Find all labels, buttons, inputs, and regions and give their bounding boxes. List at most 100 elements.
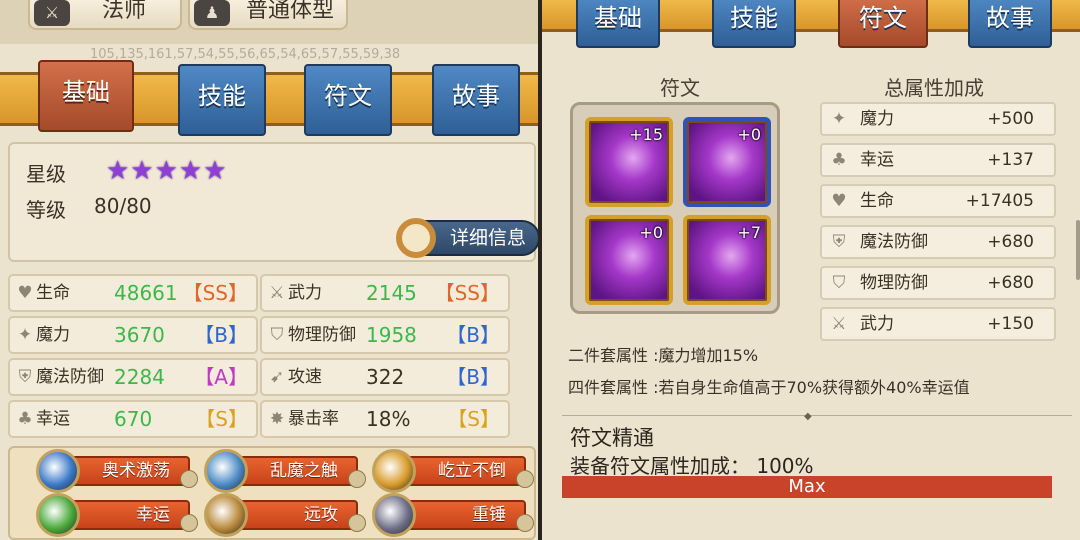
- detail-info-label: 详细信息: [449, 227, 526, 249]
- tab-basic[interactable]: 基础: [576, 0, 660, 48]
- body-type-label: 普通体型: [246, 0, 335, 23]
- stat-name: 魔法防御: [36, 367, 104, 387]
- health-icon: ♥: [17, 283, 33, 303]
- skill-chaos-touch[interactable]: 乱魔之触: [204, 449, 366, 493]
- tab-skills[interactable]: 技能: [712, 0, 796, 48]
- bonus-value: +500: [987, 109, 1034, 129]
- two-piece-set-effect: 二件套属性 :魔力增加15%: [568, 346, 759, 365]
- bonus-value: +680: [987, 232, 1034, 252]
- stat-grade: 【SS】: [434, 281, 500, 305]
- skill-steadfast[interactable]: 屹立不倒: [372, 449, 534, 493]
- faded-number-strip: 105,135,161,57,54,55,56,65,54,65,57,55,5…: [90, 47, 401, 62]
- detail-info-button[interactable]: 详细信息: [396, 218, 538, 258]
- shield-icon: ⛉: [270, 325, 284, 345]
- stat-grade: 【B】: [446, 365, 500, 389]
- sword-icon: ⚔: [831, 314, 847, 334]
- stat-name: 武力: [288, 283, 322, 303]
- skill-label: 奥术激荡: [102, 461, 170, 481]
- stat-health: ♥ 生命 48661 【SS】: [8, 274, 258, 312]
- stat-magic-defense: ⛨ 魔法防御 2284 【A】: [8, 358, 258, 396]
- rune-section-title: 符文: [660, 76, 700, 100]
- rune-level: +0: [737, 125, 761, 144]
- bonus-value: +150: [987, 314, 1034, 334]
- crit-icon: ✸: [269, 409, 285, 429]
- tab-basic[interactable]: 基础: [38, 60, 134, 132]
- tab-story[interactable]: 故事: [432, 64, 520, 136]
- star-rating: ★★★★★: [106, 156, 228, 186]
- skill-heavy-hammer[interactable]: 重锤: [372, 493, 534, 537]
- stat-magic: ✦ 魔力 3670 【B】: [8, 316, 258, 354]
- scrollbar[interactable]: [1076, 220, 1080, 280]
- stat-value: 3670: [114, 323, 165, 347]
- magic-shield-icon: ⛨: [18, 367, 32, 387]
- clover-icon: ♣: [17, 409, 33, 429]
- shield-icon: ⛉: [832, 273, 846, 293]
- body-type-button[interactable]: ♟ 普通体型: [188, 0, 348, 30]
- rune-slot-3[interactable]: +0: [585, 215, 673, 305]
- steadfast-icon: [372, 449, 416, 493]
- skill-label: 幸运: [136, 505, 170, 525]
- rune-slot-2[interactable]: +0: [683, 117, 771, 207]
- bonus-force: ⚔ 武力 +150: [820, 307, 1056, 341]
- skill-level-badge: [180, 514, 198, 532]
- hero-info-card: 星级 ★★★★★ 等级 80/80 详细信息: [8, 142, 538, 262]
- tab-skills[interactable]: 技能: [178, 64, 266, 136]
- bonus-value: +137: [987, 150, 1034, 170]
- stat-physical-defense: ⛉ 物理防御 1958 【B】: [260, 316, 510, 354]
- stat-grade: 【S】: [195, 407, 248, 431]
- stat-name: 暴击率: [288, 409, 339, 429]
- bonus-magic-defense: ⛨ 魔法防御 +680: [820, 225, 1056, 259]
- rune-grid: +15 +0 +0 +7: [570, 102, 780, 314]
- stat-value: 18%: [366, 407, 411, 431]
- skill-label: 远攻: [304, 505, 338, 525]
- clover-icon: ♣: [831, 150, 847, 170]
- magic-shield-icon: ⛨: [832, 232, 846, 252]
- stat-grade: 【B】: [194, 323, 248, 347]
- section-divider: [562, 415, 1072, 416]
- bonus-section-title: 总属性加成: [884, 76, 984, 100]
- bonus-magic: ✦ 魔力 +500: [820, 102, 1056, 136]
- stat-value: 2145: [366, 281, 417, 305]
- stat-value: 1958: [366, 323, 417, 347]
- stat-grade: 【A】: [194, 365, 248, 389]
- skill-level-badge: [516, 470, 534, 488]
- class-label: 法师: [102, 0, 147, 23]
- mastery-progress-bar: Max: [562, 476, 1052, 498]
- bonus-value: +17405: [965, 191, 1034, 211]
- level-label: 等级: [26, 198, 66, 222]
- star-label: 星级: [26, 162, 66, 186]
- arcane-orb-icon: [36, 449, 80, 493]
- bow-icon: [204, 493, 248, 537]
- stat-name: 生命: [36, 283, 70, 303]
- stat-value: 48661: [114, 281, 178, 305]
- class-button[interactable]: ⚔ 法师: [28, 0, 182, 30]
- stat-name: 魔力: [36, 325, 70, 345]
- tab-runes[interactable]: 符文: [304, 64, 392, 136]
- skill-luck[interactable]: 幸运: [36, 493, 198, 537]
- skill-arcane-surge[interactable]: 奥术激荡: [36, 449, 198, 493]
- four-leaf-clover-icon: [36, 493, 80, 537]
- tab-runes[interactable]: 符文: [838, 0, 928, 48]
- tab-story[interactable]: 故事: [968, 0, 1052, 48]
- rune-level: +15: [629, 125, 663, 144]
- skill-ranged[interactable]: 远攻: [204, 493, 366, 537]
- hero-rune-panel: 基础 技能 符文 故事 符文 总属性加成 +15 +0 +0 +7 ✦ 魔力 +…: [542, 0, 1080, 540]
- stat-name: 物理防御: [288, 325, 356, 345]
- magnifier-icon: [396, 218, 436, 258]
- stat-grade: 【S】: [447, 407, 500, 431]
- skill-label: 乱魔之触: [270, 461, 338, 481]
- stat-force: ⚔ 武力 2145 【SS】: [260, 274, 510, 312]
- level-value: 80/80: [94, 194, 152, 218]
- sword-icon: ⚔: [269, 283, 285, 303]
- rune-slot-4[interactable]: +7: [683, 215, 771, 305]
- skill-level-badge: [516, 514, 534, 532]
- bonus-value: +680: [987, 273, 1034, 293]
- skill-label: 重锤: [472, 505, 506, 525]
- attack-speed-icon: ➹: [269, 367, 285, 387]
- bonus-physical-defense: ⛉ 物理防御 +680: [820, 266, 1056, 300]
- rune-slot-1[interactable]: +15: [585, 117, 673, 207]
- rune-level: +0: [639, 223, 663, 242]
- skill-label: 屹立不倒: [438, 461, 506, 481]
- rune-mastery-bonus: 装备符文属性加成： 100%: [570, 454, 814, 478]
- stat-value: 2284: [114, 365, 165, 389]
